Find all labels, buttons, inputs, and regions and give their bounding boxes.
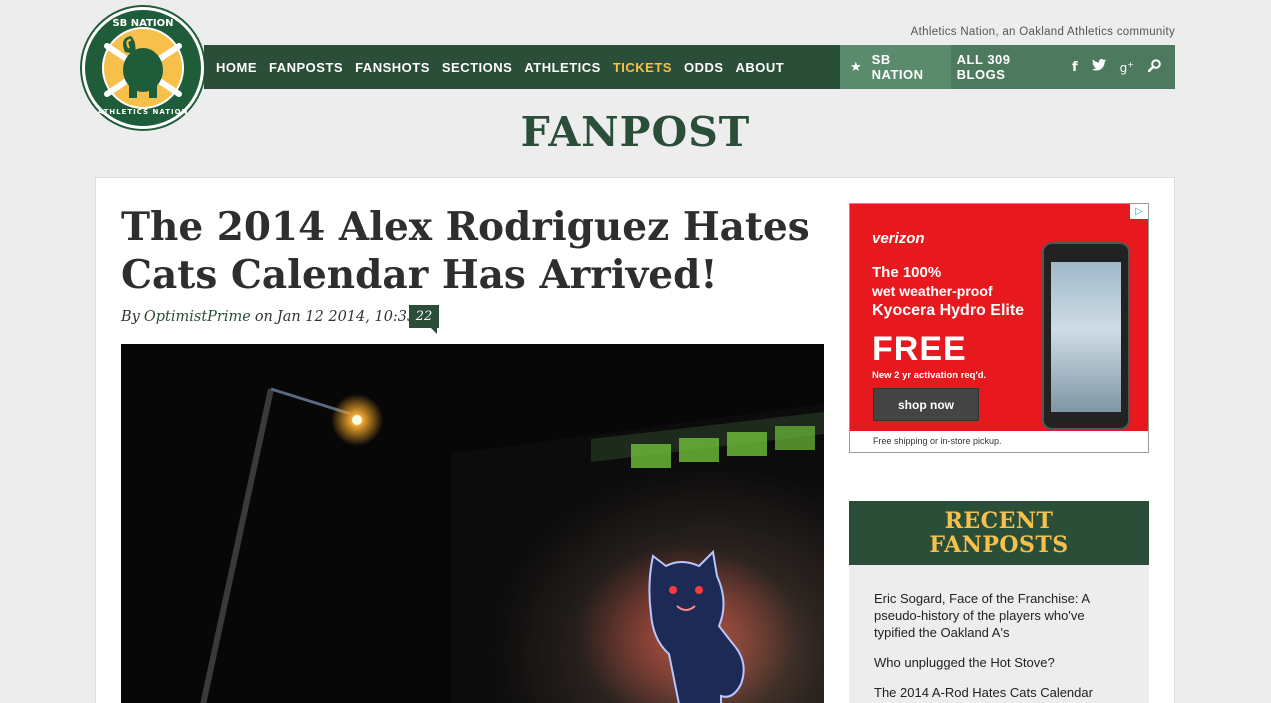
byline-by-label: By bbox=[121, 309, 140, 325]
ad-brand-logo: verizon bbox=[872, 230, 925, 247]
article-date: Jan 12 2014, 10:33p bbox=[276, 309, 426, 325]
main-navbar: HOME FANPOSTS FANSHOTS SECTIONS ATHLETIC… bbox=[204, 45, 1175, 89]
ad-footer-text: Free shipping or in-store pickup. bbox=[850, 431, 1148, 452]
recent-fanposts-list: Eric Sogard, Face of the Franchise: A ps… bbox=[849, 565, 1149, 703]
comment-count-badge[interactable]: 22 bbox=[409, 305, 439, 334]
ad-line-3: Kyocera Hydro Elite bbox=[872, 302, 1025, 319]
stadium-night-image bbox=[121, 344, 824, 703]
star-icon: ★ bbox=[850, 59, 862, 75]
logo-top-text: SB NATION bbox=[112, 18, 174, 29]
recent-header-line-1: RECENT bbox=[944, 508, 1054, 534]
facebook-icon[interactable]: f bbox=[1072, 60, 1078, 75]
nav-network-menu: ★ SB NATION ALL 309 BLOGS f g+ bbox=[840, 45, 1175, 89]
all-blogs-link[interactable]: ALL 309 BLOGS bbox=[957, 52, 1060, 82]
recent-fanpost-link[interactable]: Who unplugged the Hot Stove? bbox=[874, 654, 1125, 671]
twitter-icon[interactable] bbox=[1091, 59, 1106, 75]
byline-on-label: on bbox=[254, 309, 273, 325]
phone-screen bbox=[1051, 262, 1121, 412]
nav-item-home[interactable]: HOME bbox=[216, 60, 257, 75]
article-hero-image bbox=[121, 344, 824, 703]
ad-line-2: wet weather-proof bbox=[872, 283, 993, 299]
page-heading: FANPOST bbox=[520, 108, 751, 156]
author-link[interactable]: OptimistPrime bbox=[144, 309, 251, 325]
nav-item-sections[interactable]: SECTIONS bbox=[442, 60, 512, 75]
nav-main-menu: HOME FANPOSTS FANSHOTS SECTIONS ATHLETIC… bbox=[204, 45, 840, 89]
verizon-ad-banner[interactable]: ▷ verizon The 100% wet weather-proof Kyo… bbox=[849, 203, 1149, 453]
nav-item-about[interactable]: ABOUT bbox=[736, 60, 785, 75]
google-plus-icon[interactable]: g+ bbox=[1120, 60, 1134, 75]
search-icon[interactable] bbox=[1147, 58, 1161, 76]
nav-item-athletics[interactable]: ATHLETICS bbox=[524, 60, 600, 75]
sb-nation-label: SB NATION bbox=[871, 52, 924, 82]
phone-image bbox=[1042, 242, 1130, 430]
nav-item-fanposts[interactable]: FANPOSTS bbox=[269, 60, 343, 75]
nav-item-tickets[interactable]: TICKETS bbox=[613, 60, 672, 75]
nav-item-odds[interactable]: ODDS bbox=[684, 60, 724, 75]
ad-line-1: The 100% bbox=[872, 264, 942, 281]
site-tagline: Athletics Nation, an Oakland Athletics c… bbox=[910, 26, 1175, 38]
ad-free-text: FREE bbox=[872, 330, 967, 368]
article-byline: By OptimistPrime on Jan 12 2014, 10:33p bbox=[121, 306, 426, 328]
sb-nation-link[interactable]: ★ SB NATION bbox=[840, 45, 951, 89]
recent-fanposts-header: RECENT FANPOSTS bbox=[849, 501, 1149, 565]
ad-shop-now-button[interactable]: shop now bbox=[873, 388, 979, 421]
recent-header-line-2: FANPOSTS bbox=[929, 532, 1069, 558]
recent-fanpost-link[interactable]: Eric Sogard, Face of the Franchise: A ps… bbox=[874, 590, 1125, 641]
ad-choices-icon[interactable]: ▷ bbox=[1130, 204, 1148, 219]
ad-activation-text: New 2 yr activation req'd. bbox=[872, 370, 987, 381]
nav-item-fanshots[interactable]: FANSHOTS bbox=[355, 60, 430, 75]
recent-fanpost-link[interactable]: The 2014 A-Rod Hates Cats Calendar bbox=[874, 684, 1125, 701]
article-title: The 2014 Alex Rodriguez Hates Cats Calen… bbox=[121, 204, 810, 298]
